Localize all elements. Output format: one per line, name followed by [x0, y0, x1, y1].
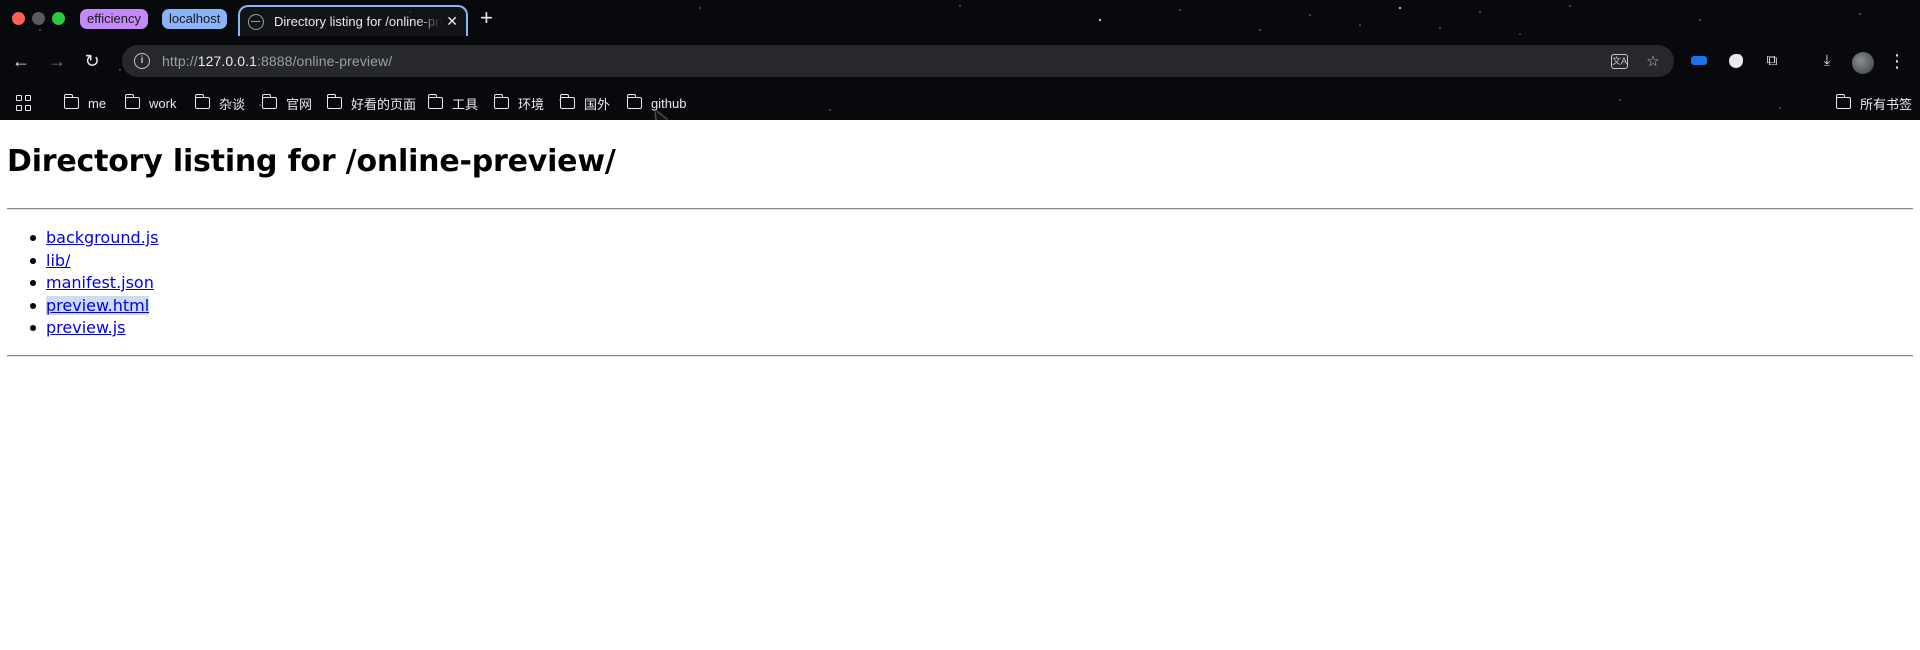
- page-title: Directory listing for /online-preview/: [7, 144, 616, 179]
- bookmark-label: 好看的页面: [351, 96, 417, 112]
- all-bookmarks[interactable]: 所有书签: [1835, 91, 1913, 115]
- file-link-preview-js[interactable]: preview.js: [46, 318, 125, 337]
- bookmark-label: me: [88, 95, 107, 111]
- folder-icon: [493, 94, 509, 109]
- list-item: lib/: [30, 250, 159, 273]
- tab-group-localhost[interactable]: localhost: [162, 9, 228, 29]
- folder-icon: [1835, 94, 1851, 109]
- bookmark-label: 工具: [452, 96, 479, 112]
- folder-icon: [559, 94, 575, 109]
- bookmark-label: work: [149, 95, 177, 111]
- bookmark-label: github: [651, 95, 687, 111]
- window-minimize-button[interactable]: [32, 12, 45, 25]
- bookmark-label: 国外: [584, 96, 611, 112]
- file-link-manifest-json[interactable]: manifest.json: [46, 273, 154, 292]
- bookmark-folder-zatan[interactable]: 杂谈: [194, 91, 246, 115]
- omnibox-actions: 文A ☆: [1611, 52, 1662, 70]
- file-link-background-js[interactable]: background.js: [46, 228, 159, 247]
- url-path: :8888/online-preview/: [257, 53, 393, 69]
- forward-arrow-icon[interactable]: →: [46, 50, 68, 72]
- file-link-preview-html[interactable]: preview.html: [46, 295, 150, 315]
- list-item: preview.html: [30, 295, 159, 318]
- site-info-icon[interactable]: i: [134, 53, 150, 69]
- list-item: preview.js: [30, 317, 159, 340]
- extension-1-icon[interactable]: [1689, 51, 1709, 71]
- url-text[interactable]: http://127.0.0.1:8888/online-preview/: [162, 53, 392, 69]
- bookmark-folder-env[interactable]: 环境: [493, 91, 545, 115]
- reload-icon[interactable]: ↻: [81, 50, 103, 72]
- folder-icon: [124, 94, 140, 109]
- bookmark-folder-nice-pages[interactable]: 好看的页面: [326, 91, 417, 115]
- folder-icon: [626, 94, 642, 109]
- folder-icon: [427, 94, 443, 109]
- apps-grid-icon[interactable]: [16, 95, 32, 111]
- bookmark-folder-tools[interactable]: 工具: [427, 91, 479, 115]
- profile-avatar[interactable]: [1852, 52, 1874, 74]
- list-item: background.js: [30, 227, 159, 250]
- menu-icon[interactable]: ⋮: [1888, 50, 1906, 72]
- page-content: Directory listing for /online-preview/ b…: [0, 120, 1920, 650]
- extensions-puzzle-icon[interactable]: ⧉: [1762, 51, 1782, 71]
- folder-icon: [194, 94, 210, 109]
- bookmarks-bar: me work 杂谈 官网 好看的页面 工具 环境 国外 github 所有书签: [0, 91, 1920, 115]
- new-tab-button[interactable]: +: [480, 6, 493, 30]
- bookmark-label: 环境: [518, 96, 545, 112]
- window-close-button[interactable]: [12, 12, 25, 25]
- url-host: 127.0.0.1: [197, 53, 258, 69]
- folder-icon: [261, 94, 277, 109]
- address-bar[interactable]: i http://127.0.0.1:8888/online-preview/ …: [122, 45, 1674, 77]
- close-tab-icon[interactable]: ✕: [446, 13, 458, 30]
- tab-title: Directory listing for /online-preview/: [274, 14, 442, 29]
- bookmark-folder-me[interactable]: me: [63, 91, 107, 115]
- bookmark-folder-work[interactable]: work: [124, 91, 177, 115]
- tab-group-efficiency[interactable]: efficiency: [80, 9, 148, 29]
- folder-icon: [326, 94, 342, 109]
- tab-directory-listing[interactable]: Directory listing for /online-preview/ ✕: [238, 5, 468, 36]
- bookmark-label: 杂谈: [219, 96, 246, 112]
- translate-icon[interactable]: 文A: [1611, 53, 1628, 69]
- divider: [7, 355, 1913, 357]
- bookmark-star-icon[interactable]: ☆: [1644, 52, 1662, 70]
- bookmark-label: 官网: [286, 96, 313, 112]
- folder-icon: [63, 94, 79, 109]
- download-icon[interactable]: ⤓: [1817, 51, 1837, 71]
- divider: [7, 208, 1913, 210]
- browser-chrome: efficiency localhost Directory listing f…: [0, 0, 1920, 126]
- file-link-lib[interactable]: lib/: [46, 251, 70, 270]
- bookmark-label: 所有书签: [1860, 96, 1913, 112]
- globe-icon: [248, 13, 264, 30]
- file-list: background.js lib/ manifest.json preview…: [30, 227, 159, 340]
- window-maximize-button[interactable]: [52, 12, 65, 25]
- bookmark-folder-guanwang[interactable]: 官网: [261, 91, 313, 115]
- extension-2-icon[interactable]: [1726, 51, 1746, 71]
- bookmark-folder-abroad[interactable]: 国外: [559, 91, 611, 115]
- list-item: manifest.json: [30, 272, 159, 295]
- back-arrow-icon[interactable]: ←: [10, 50, 32, 72]
- url-scheme: http://: [162, 53, 198, 69]
